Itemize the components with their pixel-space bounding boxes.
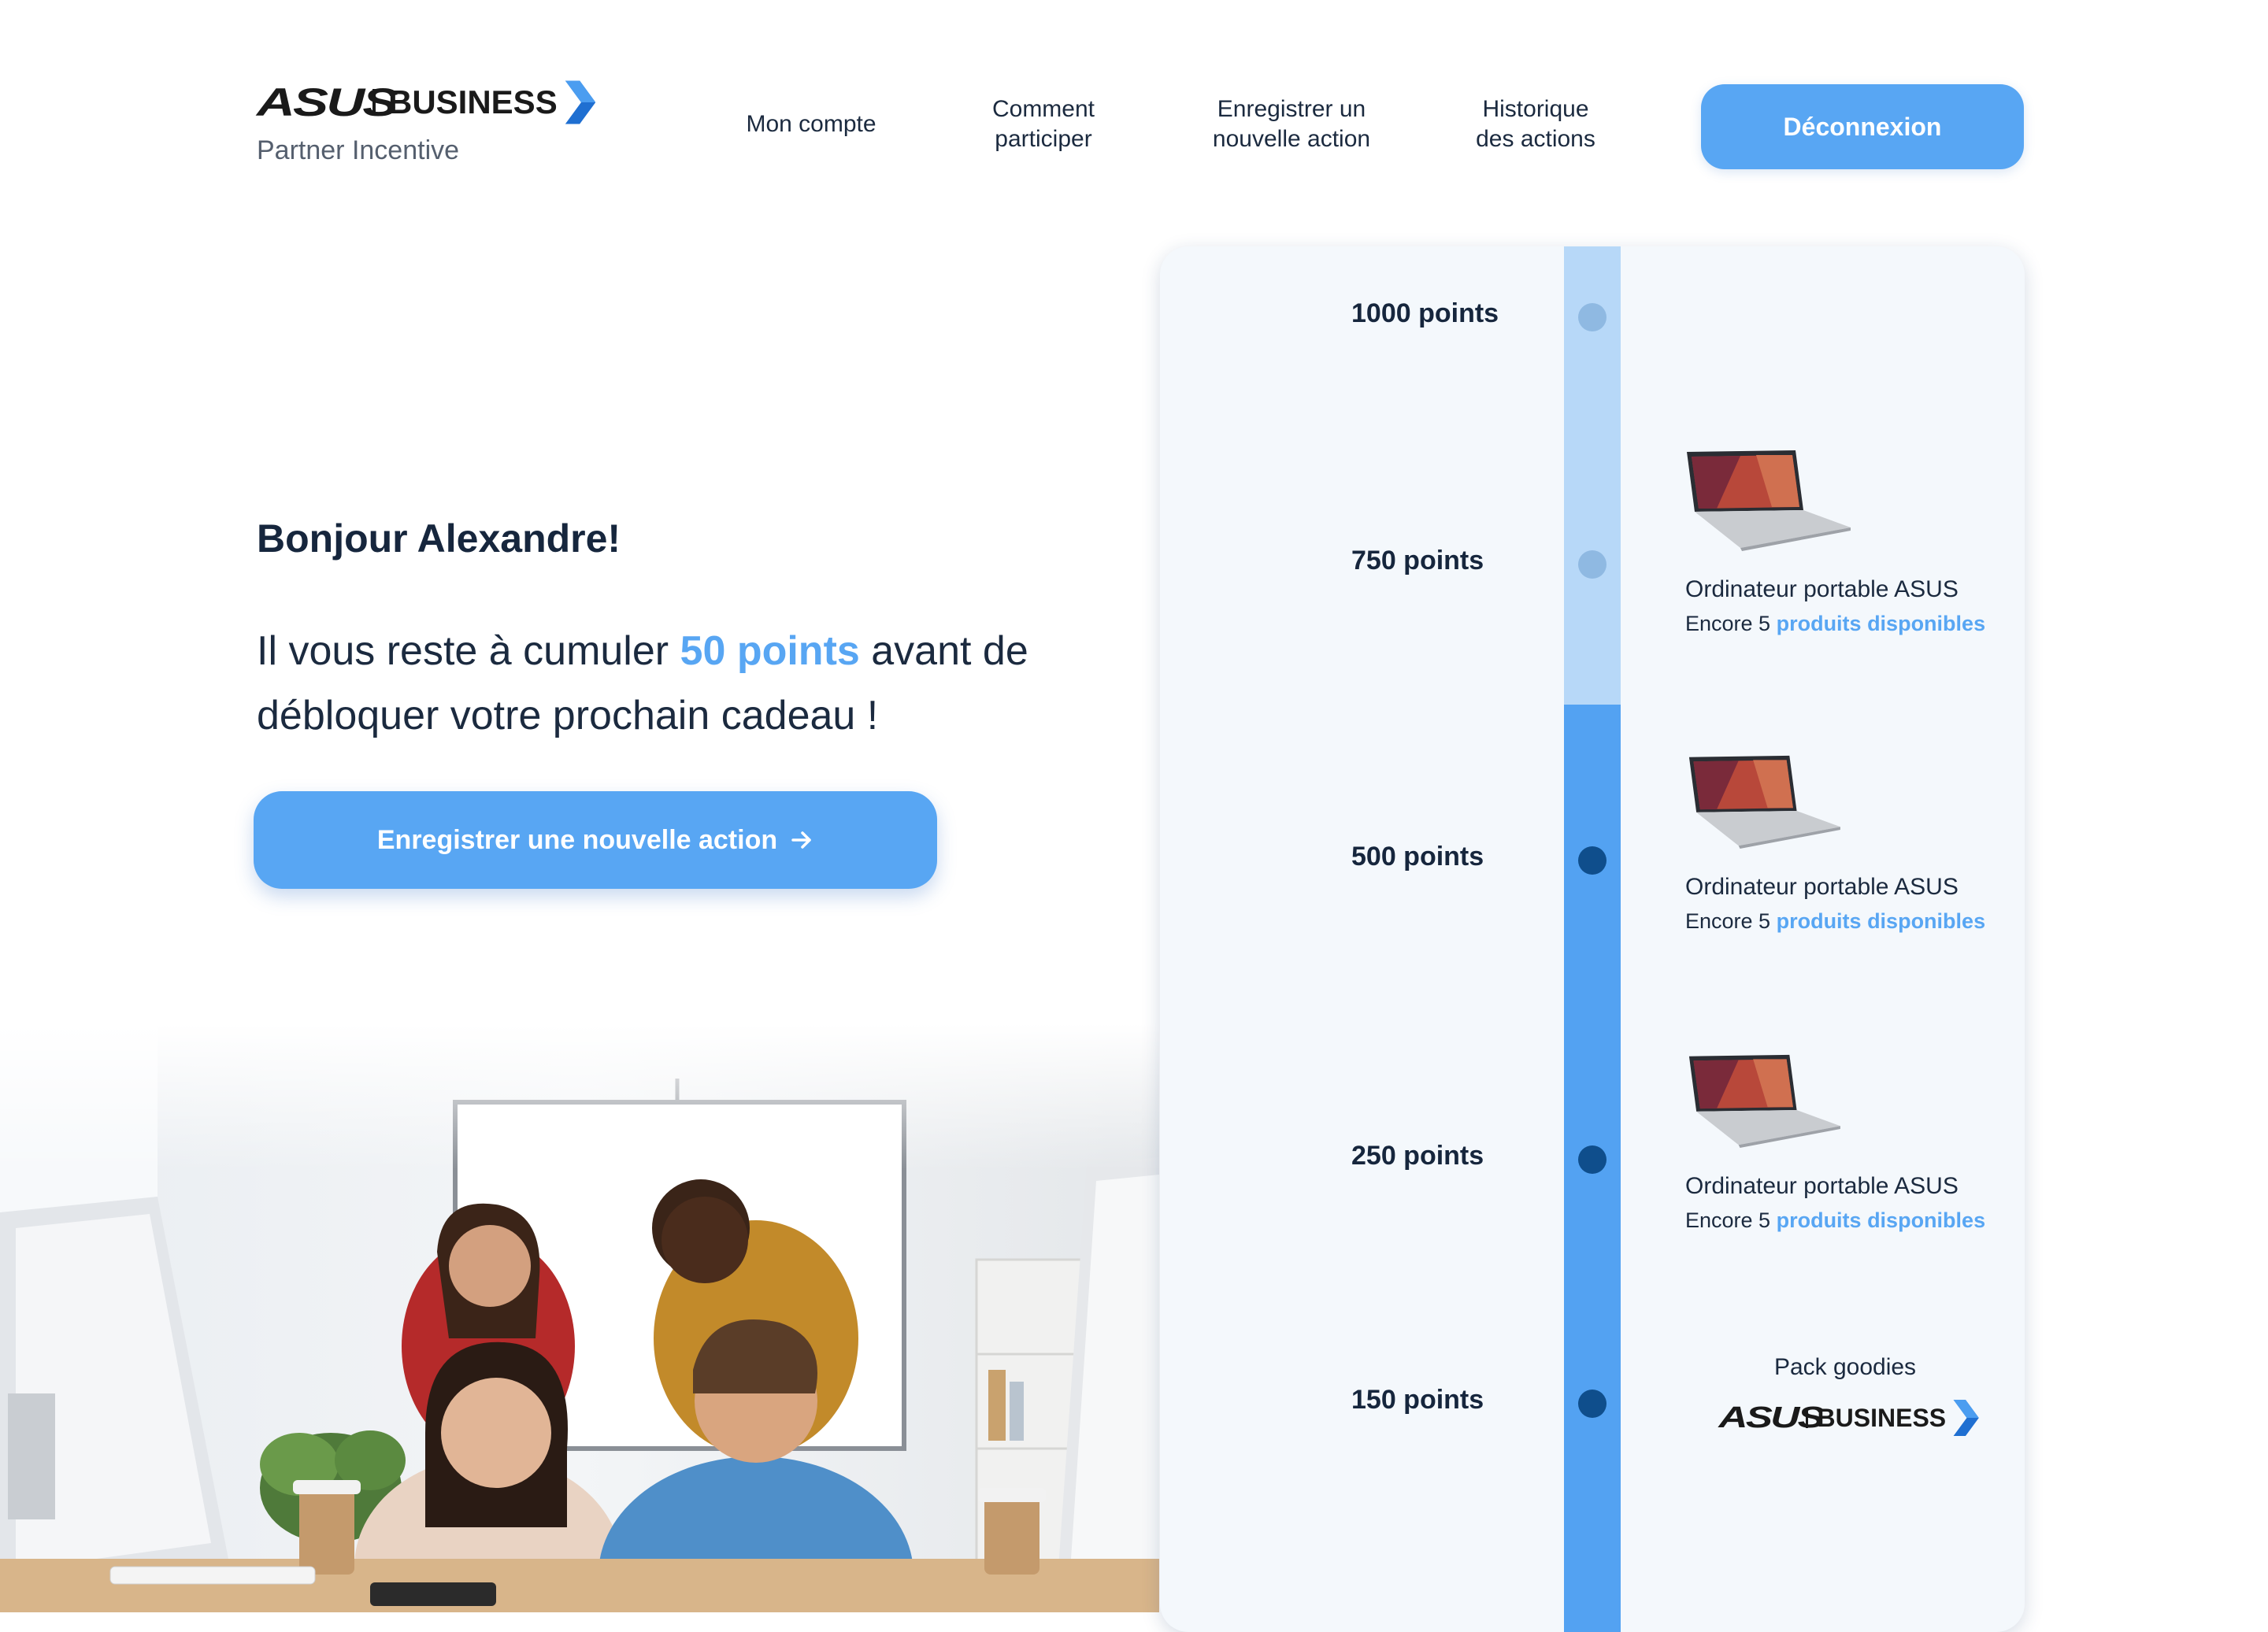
asus-wordmark: ASUS: [257, 80, 398, 124]
register-action-label: Enregistrer une nouvelle action: [376, 824, 778, 855]
business-wordmark: BUSINESS: [1817, 1403, 1947, 1432]
reward-item: Ordinateur portable ASUS Encore 5 produi…: [1685, 754, 2016, 938]
goodies-brand-logo: ASUS BUSINESS: [1711, 1398, 1979, 1438]
office-team-photo: [0, 1023, 1159, 1612]
level-label: 250 points: [1351, 1141, 1484, 1171]
nav-how-label-line1: Comment: [991, 96, 1095, 122]
reward-stock: Encore 5 produits disponibles: [1685, 904, 2016, 938]
brand-logo[interactable]: ASUS BUSINESS Partner Incentive: [257, 79, 595, 181]
register-action-button[interactable]: Enregistrer une nouvelle action: [254, 791, 937, 889]
logout-button[interactable]: Déconnexion: [1701, 84, 2024, 169]
nav-how-label-line2: participer: [995, 126, 1092, 152]
business-wordmark: BUSINESS: [387, 83, 558, 120]
level-label: 750 points: [1351, 546, 1484, 575]
reward-stock: Encore 5 produits disponibles: [1685, 606, 2016, 641]
rewards-timeline-panel: 1000 points 750 points 500 points 250 po…: [1160, 246, 2025, 1632]
asus-wordmark: ASUS: [1718, 1401, 1824, 1434]
nav-register-action[interactable]: Enregistrer un nouvelle action: [1189, 94, 1394, 154]
brand-logo-mark: ASUS BUSINESS: [257, 79, 595, 126]
level-label: 1000 points: [1351, 298, 1499, 328]
arrow-right-icon: [791, 831, 811, 849]
available-products-link[interactable]: produits disponibles: [1777, 909, 1986, 933]
reward-stock-count: Encore 5: [1685, 909, 1777, 933]
nav-my-account-label: Mon compte: [746, 111, 876, 137]
laptop-image: [1687, 450, 1851, 551]
reward-item: Ordinateur portable ASUS Encore 5 produi…: [1685, 1053, 2016, 1238]
reward-item: Ordinateur portable ASUS Encore 5 produi…: [1685, 449, 2016, 641]
level-dot: [1578, 550, 1606, 579]
goodies-reward: Pack goodies ASUS BUSINESS: [1711, 1354, 1979, 1438]
greeting-heading: Bonjour Alexandre!: [257, 516, 621, 561]
nav-history-label-line2: des actions: [1476, 126, 1595, 152]
level-dot: [1578, 1390, 1606, 1418]
chevron-right-icon: [1953, 1400, 1979, 1436]
level-dot: [1578, 846, 1606, 875]
nav-my-account[interactable]: Mon compte: [732, 94, 890, 154]
level-label: 150 points: [1351, 1385, 1484, 1415]
level-dot: [1578, 303, 1606, 331]
level-dot: [1578, 1145, 1606, 1174]
laptop-image: [1688, 755, 1840, 849]
reward-stock: Encore 5 produits disponibles: [1685, 1203, 2016, 1238]
message-text-start: Il vous reste à cumuler: [257, 628, 680, 674]
brand-subtitle: Partner Incentive: [257, 135, 460, 165]
points-message: Il vous reste à cumuler 50 points avant …: [257, 619, 1084, 748]
nav-action-history[interactable]: Historique des actions: [1457, 94, 1614, 154]
reward-name: Ordinateur portable ASUS: [1685, 576, 1959, 602]
level-label: 500 points: [1351, 842, 1484, 872]
reward-name: Ordinateur portable ASUS: [1685, 874, 1959, 900]
reward-stock-count: Encore 5: [1685, 1208, 1777, 1232]
nav-register-label-line2: nouvelle action: [1212, 126, 1371, 152]
available-products-link[interactable]: produits disponibles: [1777, 612, 1986, 635]
available-products-link[interactable]: produits disponibles: [1777, 1208, 1986, 1232]
chevron-right-icon: [565, 80, 595, 124]
reward-stock-count: Encore 5: [1685, 612, 1777, 635]
nav-history-label-line1: Historique: [1482, 96, 1589, 122]
reward-name: Ordinateur portable ASUS: [1685, 1173, 1959, 1199]
goodies-name: Pack goodies: [1773, 1354, 1917, 1380]
nav-how-to-participate[interactable]: Comment participer: [965, 94, 1122, 154]
points-remaining-highlight: 50 points: [680, 628, 860, 674]
nav-register-label-line1: Enregistrer un: [1217, 96, 1366, 122]
laptop-image: [1688, 1054, 1840, 1148]
